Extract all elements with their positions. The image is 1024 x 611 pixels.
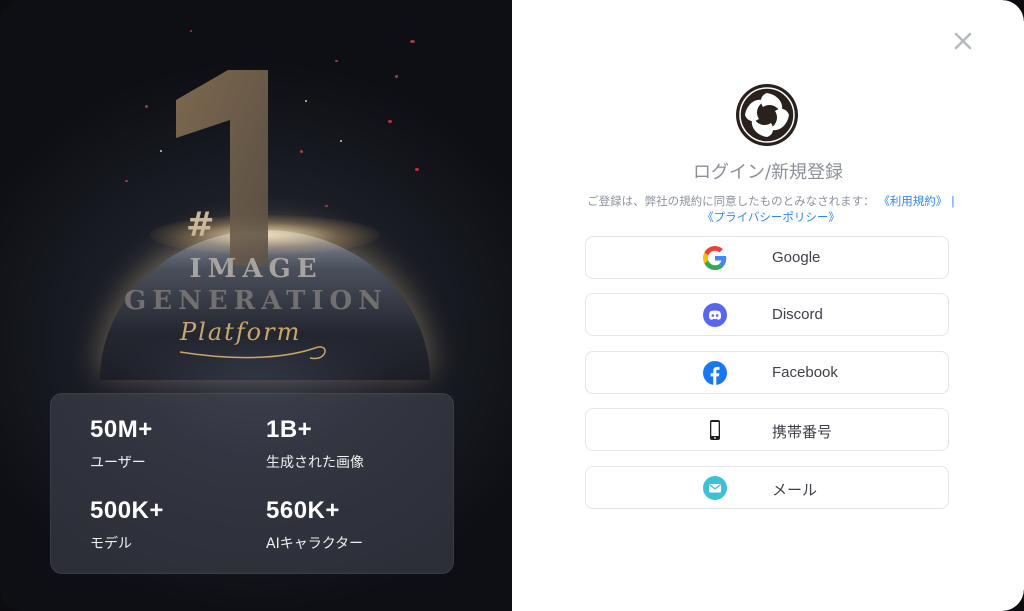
discord-login-button[interactable]: Discord [585, 293, 949, 336]
google-icon [703, 246, 727, 270]
discord-icon [703, 303, 727, 327]
stat-label: ユーザー [90, 455, 146, 471]
stat-images: 1B+ 生成された画像 [266, 416, 364, 472]
button-label: Facebook [772, 364, 838, 381]
button-label: メール [772, 482, 818, 499]
stat-label: モデル [90, 536, 132, 552]
terms-link[interactable]: 《利用規約》 [878, 194, 947, 208]
mail-icon [703, 476, 727, 500]
email-login-button[interactable]: メール [585, 466, 949, 509]
facebook-icon [703, 361, 727, 385]
button-label: Google [772, 249, 821, 266]
stat-value: 500K+ [90, 497, 164, 524]
close-icon[interactable] [950, 28, 976, 54]
login-title: ログイン/新規登録 [692, 162, 844, 183]
stat-value: 1B+ [266, 416, 313, 443]
hero-hash: # [186, 205, 215, 245]
stat-characters: 560K+ AIキャラクター [266, 497, 363, 553]
hero-image-text: IMAGE [189, 254, 323, 284]
hero-generation-text: GENERATION [124, 286, 388, 316]
brand-logo [736, 84, 798, 146]
button-label: Discord [772, 306, 823, 323]
google-login-button[interactable]: Google [585, 236, 949, 279]
stat-label: AIキャラクター [266, 536, 364, 552]
facebook-login-button[interactable]: Facebook [585, 351, 949, 394]
terms-notice: ご登録は、弊社の規約に同意したものとみなされます： 《利用規約》 | 《プライバ… [556, 193, 986, 225]
promo-panel: # IMAGE GENERATION Platform 50M+ ユーザー 1B… [0, 0, 512, 611]
phone-login-button[interactable]: 携帯番号 [585, 408, 949, 451]
stat-label: 生成された画像 [266, 455, 364, 471]
stats-card: 50M+ ユーザー 1B+ 生成された画像 500K+ モデル 560K+ AI… [50, 393, 454, 574]
privacy-link[interactable]: 《プライバシーポリシー》 [702, 210, 840, 224]
terms-separator: | [950, 194, 955, 208]
terms-text: ご登録は、弊社の規約に同意したものとみなされます： [587, 194, 875, 208]
stat-value: 50M+ [90, 416, 153, 443]
stat-users: 50M+ ユーザー [90, 416, 153, 472]
button-label: 携帯番号 [772, 424, 833, 441]
flourish-decoration [179, 346, 326, 360]
phone-icon [710, 420, 720, 440]
stat-value: 560K+ [266, 497, 340, 524]
stat-models: 500K+ モデル [90, 497, 164, 553]
